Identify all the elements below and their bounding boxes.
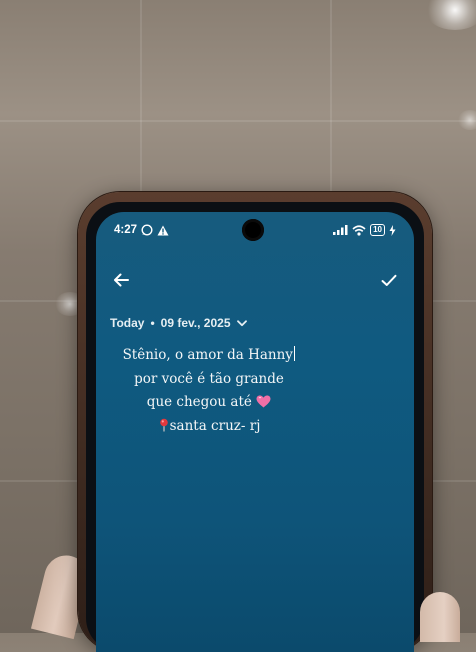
date-selector[interactable]: Today • 09 fev., 2025 [110,316,247,330]
phone: 4:27 10 Today • 09 fev., 2025 Stênio, o … [78,192,432,652]
date-value: 09 fev., 2025 [160,316,231,330]
today-label: Today [110,316,145,330]
back-button[interactable] [106,265,136,295]
note-line: que chegou até [102,391,316,415]
save-button[interactable] [374,265,404,295]
tile-grout [0,120,476,122]
status-left: 4:27 [114,224,169,236]
editor-toolbar [96,262,414,298]
phone-bezel: 4:27 10 Today • 09 fev., 2025 Stênio, o … [86,202,424,652]
signal-icon [333,225,348,235]
note-line: santa cruz- rj [102,415,316,439]
note-line: Stênio, o amor da Hanny [102,344,316,368]
front-camera [242,219,264,241]
note-line: por você é tão grande [102,368,316,392]
note-line-text: santa cruz- rj [169,417,261,434]
phone-screen: 4:27 10 Today • 09 fev., 2025 Stênio, o … [96,212,414,652]
finger [420,592,460,642]
battery-icon: 10 [370,224,385,236]
note-line-text: Stênio, o amor da Hanny [122,347,293,363]
status-right: 10 [333,224,396,236]
warning-icon [157,225,169,235]
light-reflection [425,0,476,30]
whatsapp-icon [141,224,153,236]
check-icon [381,274,397,286]
date-separator: • [150,316,155,330]
note-line-text: por você é tão grande [134,370,284,387]
pin-icon [159,418,168,431]
status-time: 4:27 [114,224,138,236]
chevron-down-icon [236,319,247,326]
text-cursor [293,346,296,361]
charging-icon [389,224,396,236]
pink-heart-icon [256,395,271,408]
arrow-left-icon [114,273,129,287]
note-text-area[interactable]: Stênio, o amor da Hanny por você é tão g… [102,344,316,438]
light-reflection [458,110,476,130]
wifi-icon [352,224,366,236]
note-line-text: que chegou até [146,394,252,410]
